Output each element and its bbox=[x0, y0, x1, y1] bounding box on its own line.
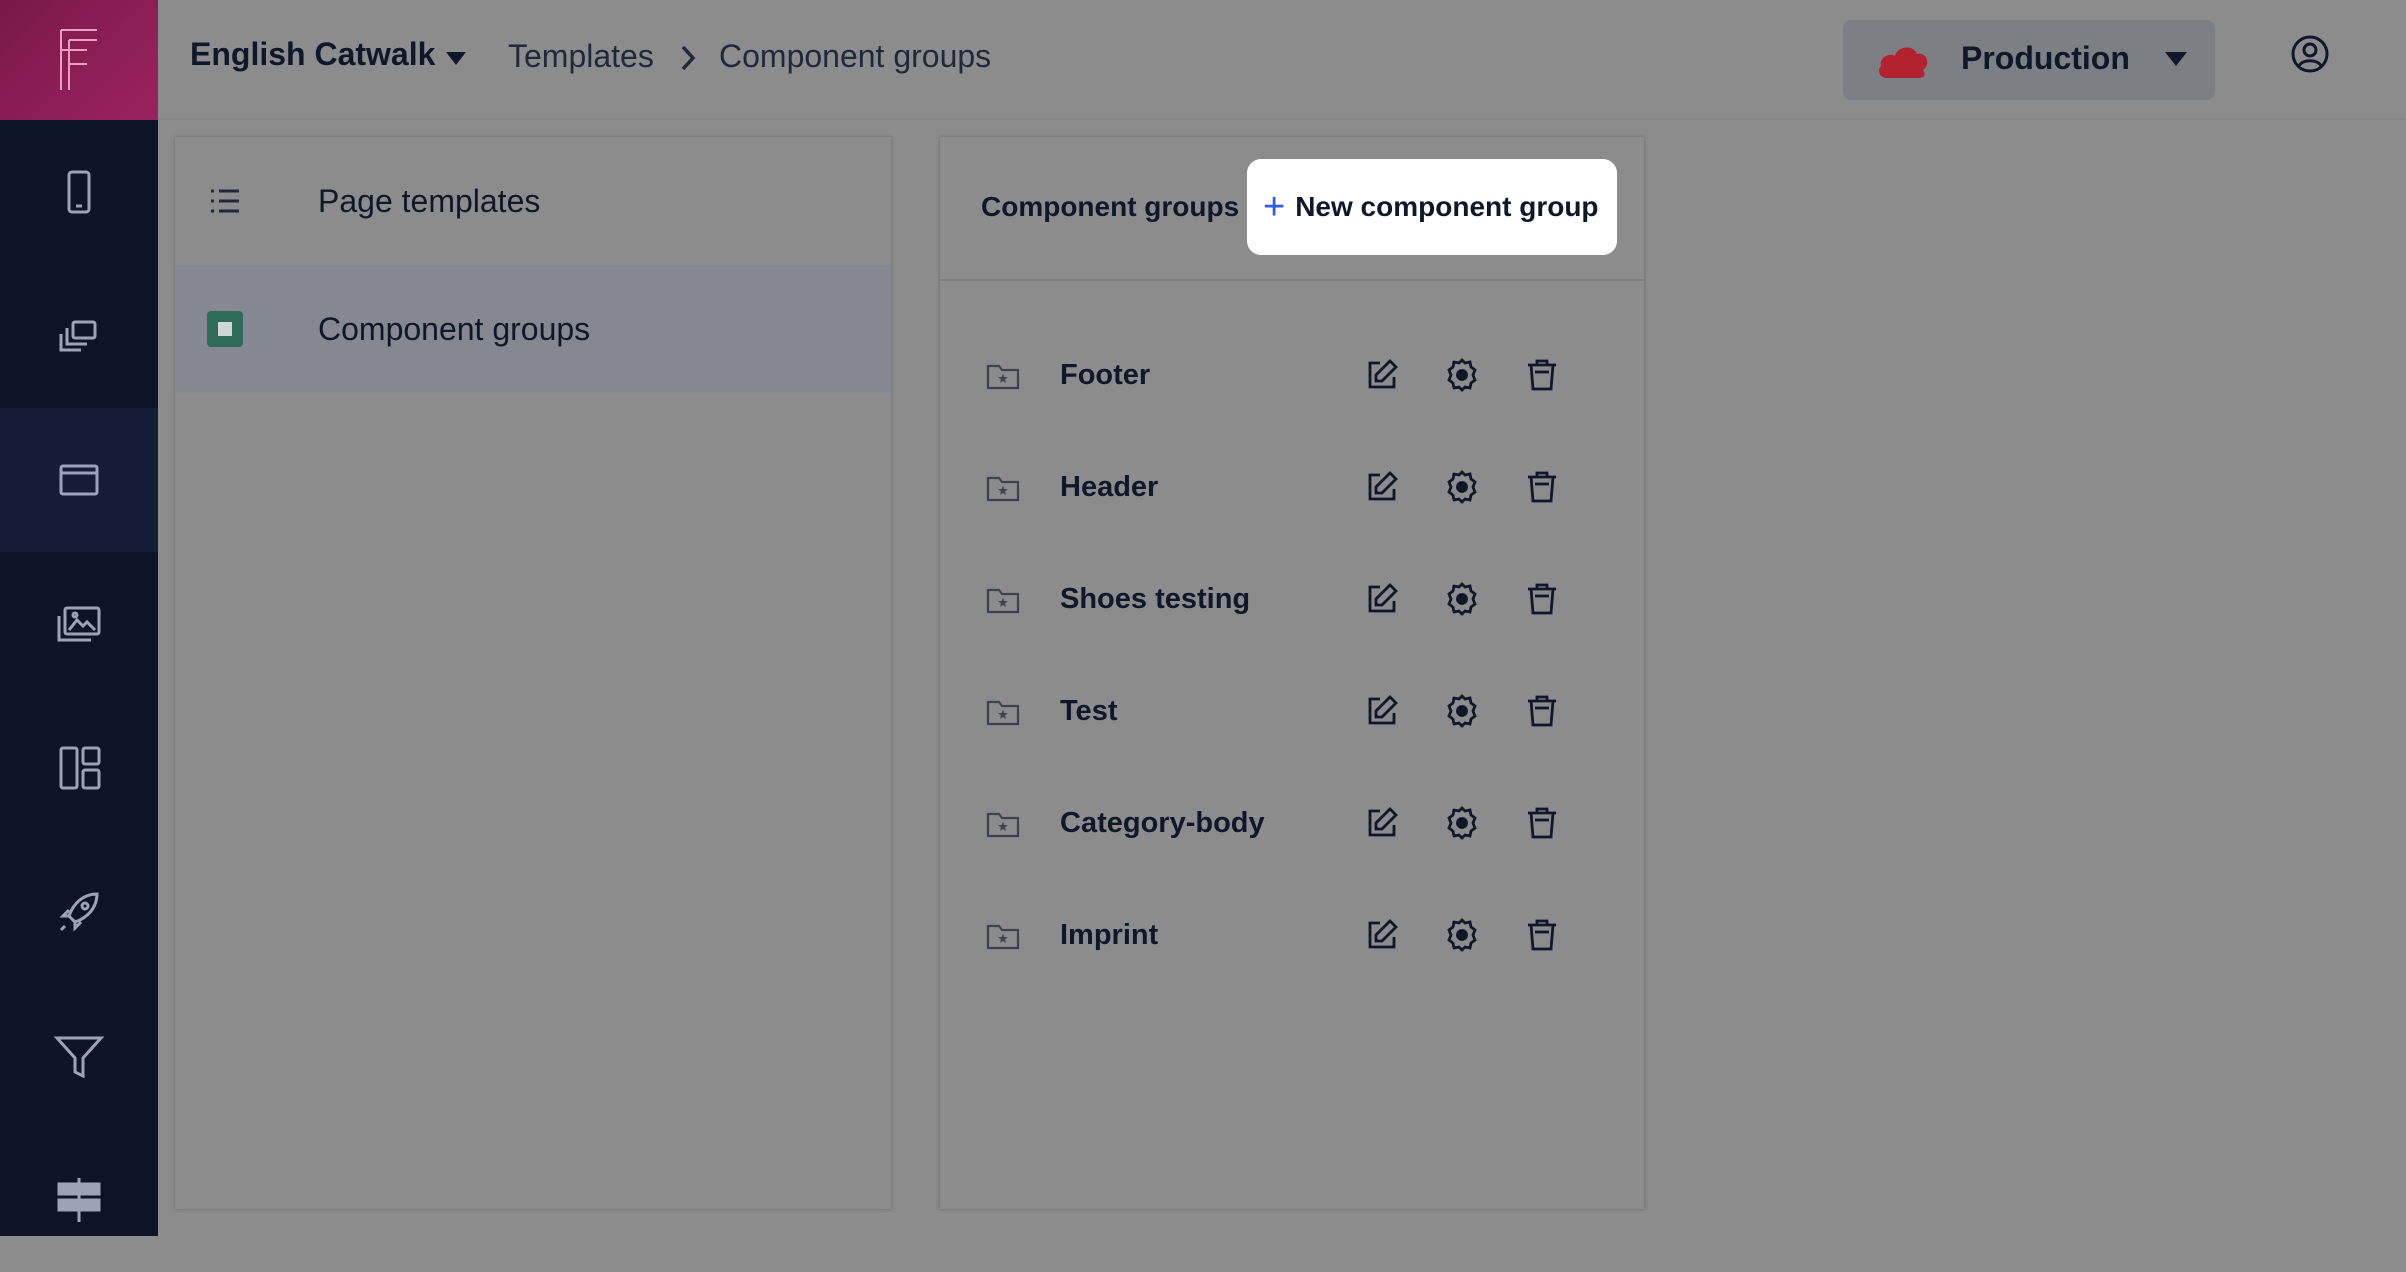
list-item[interactable]: Imprint bbox=[940, 897, 1644, 977]
folder-star-icon bbox=[986, 588, 1020, 614]
logo-icon[interactable] bbox=[0, 0, 158, 120]
nav-item-page-templates[interactable]: Page templates bbox=[175, 137, 891, 265]
trash-icon[interactable] bbox=[1524, 357, 1560, 393]
component-group-name: Imprint bbox=[1060, 919, 1159, 951]
folder-star-icon bbox=[986, 924, 1020, 950]
panel-title: Component groups bbox=[981, 191, 1240, 222]
nav-item-label: Page templates bbox=[318, 183, 541, 219]
mobile-icon[interactable] bbox=[0, 120, 158, 264]
cloud-icon bbox=[1879, 47, 1928, 78]
folder-star-icon bbox=[986, 476, 1020, 502]
trash-icon[interactable] bbox=[1524, 581, 1560, 617]
edit-icon[interactable] bbox=[1364, 693, 1400, 729]
component-group-name: Header bbox=[1060, 471, 1159, 503]
layout-icon[interactable] bbox=[0, 696, 158, 840]
pages-icon[interactable] bbox=[0, 264, 158, 408]
rocket-icon[interactable] bbox=[0, 840, 158, 984]
list-item[interactable]: Test bbox=[940, 673, 1644, 753]
component-group-name: Shoes testing bbox=[1060, 583, 1251, 615]
folder-star-icon bbox=[986, 812, 1020, 838]
folder-star-icon bbox=[986, 364, 1020, 390]
environment-selector[interactable]: Production bbox=[1843, 20, 2215, 100]
gear-icon[interactable] bbox=[1444, 469, 1480, 505]
gear-icon[interactable] bbox=[1444, 581, 1480, 617]
edit-icon[interactable] bbox=[1364, 917, 1400, 953]
nav-item-component-groups[interactable]: Component groups bbox=[175, 265, 891, 393]
list-item[interactable]: Header bbox=[940, 449, 1644, 529]
button-label: New component group bbox=[1295, 191, 1599, 222]
filter-icon[interactable] bbox=[0, 984, 158, 1128]
images-icon[interactable] bbox=[0, 552, 158, 696]
gear-icon[interactable] bbox=[1444, 357, 1480, 393]
trash-icon[interactable] bbox=[1524, 917, 1560, 953]
list-icon bbox=[211, 189, 239, 213]
user-account-icon[interactable] bbox=[2290, 34, 2330, 74]
chevron-down-icon bbox=[2165, 52, 2187, 66]
nav-item-label: Component groups bbox=[318, 311, 591, 347]
component-group-name: Test bbox=[1060, 695, 1118, 727]
trash-icon[interactable] bbox=[1524, 469, 1560, 505]
component-group-name: Category-body bbox=[1060, 807, 1265, 839]
gear-icon[interactable] bbox=[1444, 693, 1480, 729]
component-icon bbox=[207, 311, 243, 347]
edit-icon[interactable] bbox=[1364, 357, 1400, 393]
breadcrumb-current: Component groups bbox=[719, 38, 992, 74]
new-component-group-button[interactable]: + New component group bbox=[1247, 159, 1617, 255]
side-nav bbox=[0, 0, 158, 1236]
list-item[interactable]: Category-body bbox=[940, 785, 1644, 865]
signpost-icon[interactable] bbox=[0, 1128, 158, 1272]
edit-icon[interactable] bbox=[1364, 805, 1400, 841]
environment-label: Production bbox=[1961, 40, 2130, 76]
gear-icon[interactable] bbox=[1444, 805, 1480, 841]
chevron-right-icon bbox=[681, 45, 696, 71]
plus-icon: + bbox=[1263, 186, 1286, 228]
trash-icon[interactable] bbox=[1524, 693, 1560, 729]
gear-icon[interactable] bbox=[1444, 917, 1480, 953]
list-item[interactable]: Shoes testing bbox=[940, 561, 1644, 641]
component-group-name: Footer bbox=[1060, 359, 1151, 391]
breadcrumb-templates[interactable]: Templates bbox=[508, 38, 654, 75]
edit-icon[interactable] bbox=[1364, 469, 1400, 505]
project-selector[interactable]: English Catwalk bbox=[190, 36, 435, 73]
component-groups-panel: Component groups + New component group F… bbox=[940, 137, 1644, 1209]
templates-nav-panel: Page templates Component groups bbox=[175, 137, 891, 1209]
list-item[interactable]: Footer bbox=[940, 337, 1644, 417]
chevron-down-icon[interactable] bbox=[446, 52, 466, 65]
edit-icon[interactable] bbox=[1364, 581, 1400, 617]
folder-star-icon bbox=[986, 700, 1020, 726]
trash-icon[interactable] bbox=[1524, 805, 1560, 841]
divider bbox=[940, 279, 1644, 281]
window-icon[interactable] bbox=[0, 408, 158, 552]
